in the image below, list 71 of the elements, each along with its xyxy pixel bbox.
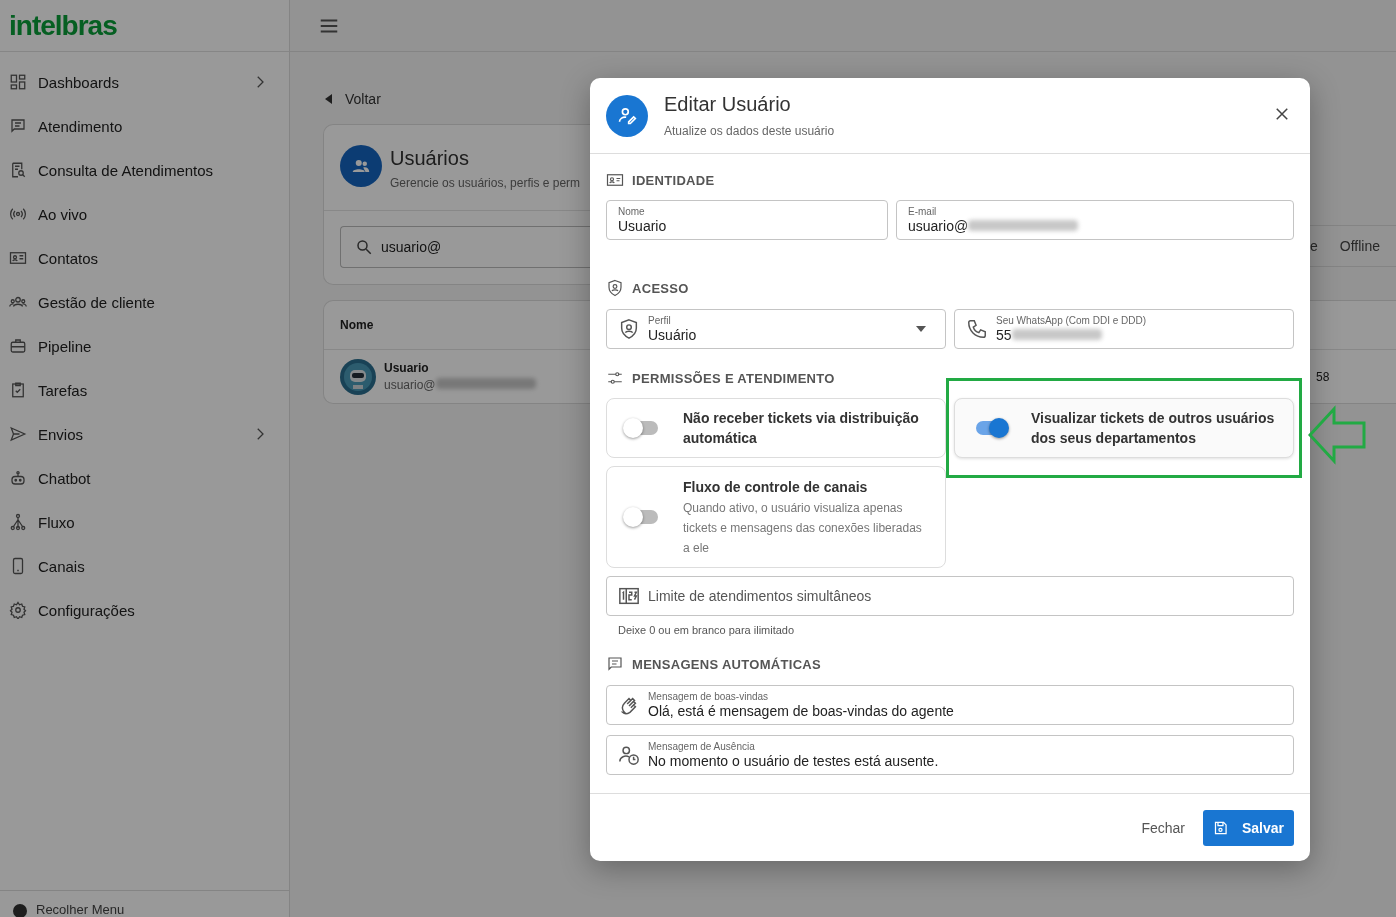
user-name: Usuario (384, 361, 430, 375)
sidebar-item[interactable]: Pipeline (0, 324, 289, 368)
helper-text: Deixe 0 ou em branco para ilimitado (617, 623, 796, 636)
sidebar-item[interactable]: Envios (0, 412, 289, 456)
message-icon (606, 655, 624, 673)
caret-icon (916, 326, 926, 332)
phone-field[interactable]: Seu WhatsApp (Com DDI e DDD) 55 (954, 309, 1294, 349)
section-heading: PERMISSÕES E ATENDIMENTO (632, 370, 835, 386)
sidebar-item[interactable]: Fluxo (0, 500, 289, 544)
id-card-icon (606, 171, 624, 189)
menu-item-icon (9, 73, 27, 91)
toggle-label: Visualizar tickets de outros usuários dos seus departamentos (1031, 409, 1276, 448)
sidebar-item[interactable]: Canais (0, 544, 289, 588)
section-heading: IDENTIDADE (632, 172, 715, 188)
toggle-label: Fluxo de controle de canais (683, 477, 869, 497)
shield-icon (606, 279, 624, 297)
logo: intelbras (9, 9, 117, 42)
dialog-subtitle: Atualize os dados deste usuário (664, 124, 836, 138)
user-edit-icon (606, 94, 648, 137)
back-link[interactable]: Voltar (323, 88, 590, 110)
menu-item-icon (9, 249, 27, 267)
phone-icon (966, 318, 988, 340)
shield-icon (618, 318, 640, 340)
column-header: Nome (340, 318, 374, 332)
user-email: usuario@ (384, 378, 436, 392)
menu-item-icon (9, 425, 27, 443)
filter-tab[interactable]: Offline (1339, 238, 1380, 254)
toggle-label: Não receber tickets via distribuição automática (683, 409, 920, 448)
profile-select[interactable]: Perfil Usuário (606, 309, 946, 349)
close-icon (1273, 105, 1291, 123)
search-field[interactable]: usuario@ (340, 226, 590, 268)
sidebar-item[interactable]: Configurações (0, 588, 289, 632)
toggle-description: Quando ativo, o usuário visualiza apenas tickets e mensagens das conexões liberadas a ele (683, 499, 923, 557)
sidebar-item[interactable]: Atendimento (0, 104, 289, 148)
menu-item-icon (9, 161, 27, 179)
text-field[interactable]: Nome Usuario (606, 200, 888, 240)
page-subtitle: Gerencie os usuários, perfis e perm (390, 176, 581, 190)
sidebar-item[interactable]: Dashboards (0, 60, 289, 104)
filter-tab[interactable]: e (1310, 238, 1318, 254)
users-icon (340, 145, 382, 187)
search-icon (355, 238, 373, 256)
dialog-title: Editar Usuário (664, 93, 792, 116)
back-arrow-icon (325, 94, 333, 104)
sliders-icon (606, 369, 624, 387)
section-heading: MENSAGENS AUTOMÁTICAS (632, 656, 822, 672)
arrow-icon (1308, 405, 1366, 465)
menu-item-icon (9, 469, 27, 487)
sidebar-item[interactable]: Consulta de Atendimentos (0, 148, 289, 192)
message-field[interactable]: Mensagem de boas-vindas Olá, está é mensagem de boas-vindas do agente (606, 685, 1294, 725)
menu-item-icon (9, 513, 27, 531)
save-button[interactable]: Salvar (1203, 809, 1294, 846)
sidebar-item[interactable]: Ao vivo (0, 192, 289, 236)
page-title: Usuários (390, 147, 470, 170)
numbers-icon (618, 585, 640, 607)
sidebar-item[interactable]: Gestão de cliente (0, 280, 289, 324)
text-field[interactable]: E-mail usuario@ (896, 200, 1294, 240)
menu-item-icon (9, 381, 27, 399)
menu-item-icon (9, 601, 27, 619)
sidebar-item[interactable]: Contatos (0, 236, 289, 280)
sidebar-item[interactable]: Tarefas (0, 368, 289, 412)
close-text-button[interactable]: Fechar (1141, 811, 1185, 844)
section-heading: ACESSO (632, 280, 689, 296)
avatar (340, 358, 376, 395)
message-field[interactable]: Mensagem de Ausência No momento o usuário de testes está ausente. (606, 735, 1294, 775)
menu-item-icon (9, 337, 27, 355)
menu-item-icon (9, 117, 27, 135)
user-clock-icon (618, 744, 640, 766)
sidebar-item[interactable]: Chatbot (0, 456, 289, 500)
collapse-menu-link[interactable]: Recolher Menu (36, 902, 125, 917)
limit-field[interactable]: Limite de atendimentos simultâneos (606, 576, 1294, 616)
table-cell: 58 (1316, 369, 1330, 384)
